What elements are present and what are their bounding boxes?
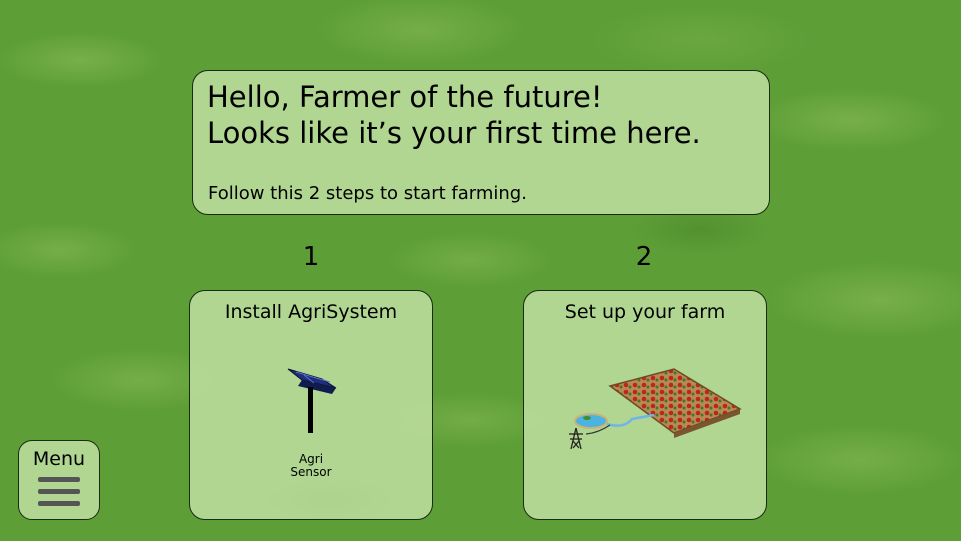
agri-sensor-caption-line-2: Sensor bbox=[290, 465, 332, 479]
welcome-subtitle: Follow this 2 steps to start farming. bbox=[208, 183, 527, 204]
agri-sensor-caption: Agri Sensor bbox=[190, 453, 432, 479]
hamburger-icon bbox=[38, 477, 80, 513]
setup-farm-card[interactable]: Set up your farm bbox=[523, 290, 767, 520]
step-1-number: 1 bbox=[302, 242, 320, 272]
agri-sensor-caption-line-1: Agri bbox=[298, 452, 324, 466]
install-agrisystem-card[interactable]: Install AgriSystem Agri Sensor bbox=[189, 290, 433, 520]
welcome-line-2: Looks like it’s your first time here. bbox=[207, 116, 701, 150]
step-2-number: 2 bbox=[635, 242, 653, 272]
farm-field-icon bbox=[569, 368, 742, 450]
welcome-title: Hello, Farmer of the future! Looks like … bbox=[207, 79, 755, 151]
welcome-line-1: Hello, Farmer of the future! bbox=[207, 80, 603, 114]
menu-button[interactable]: Menu bbox=[18, 440, 100, 520]
welcome-panel: Hello, Farmer of the future! Looks like … bbox=[192, 70, 770, 215]
agri-sensor-icon bbox=[287, 368, 337, 433]
menu-label: Menu bbox=[32, 448, 86, 470]
